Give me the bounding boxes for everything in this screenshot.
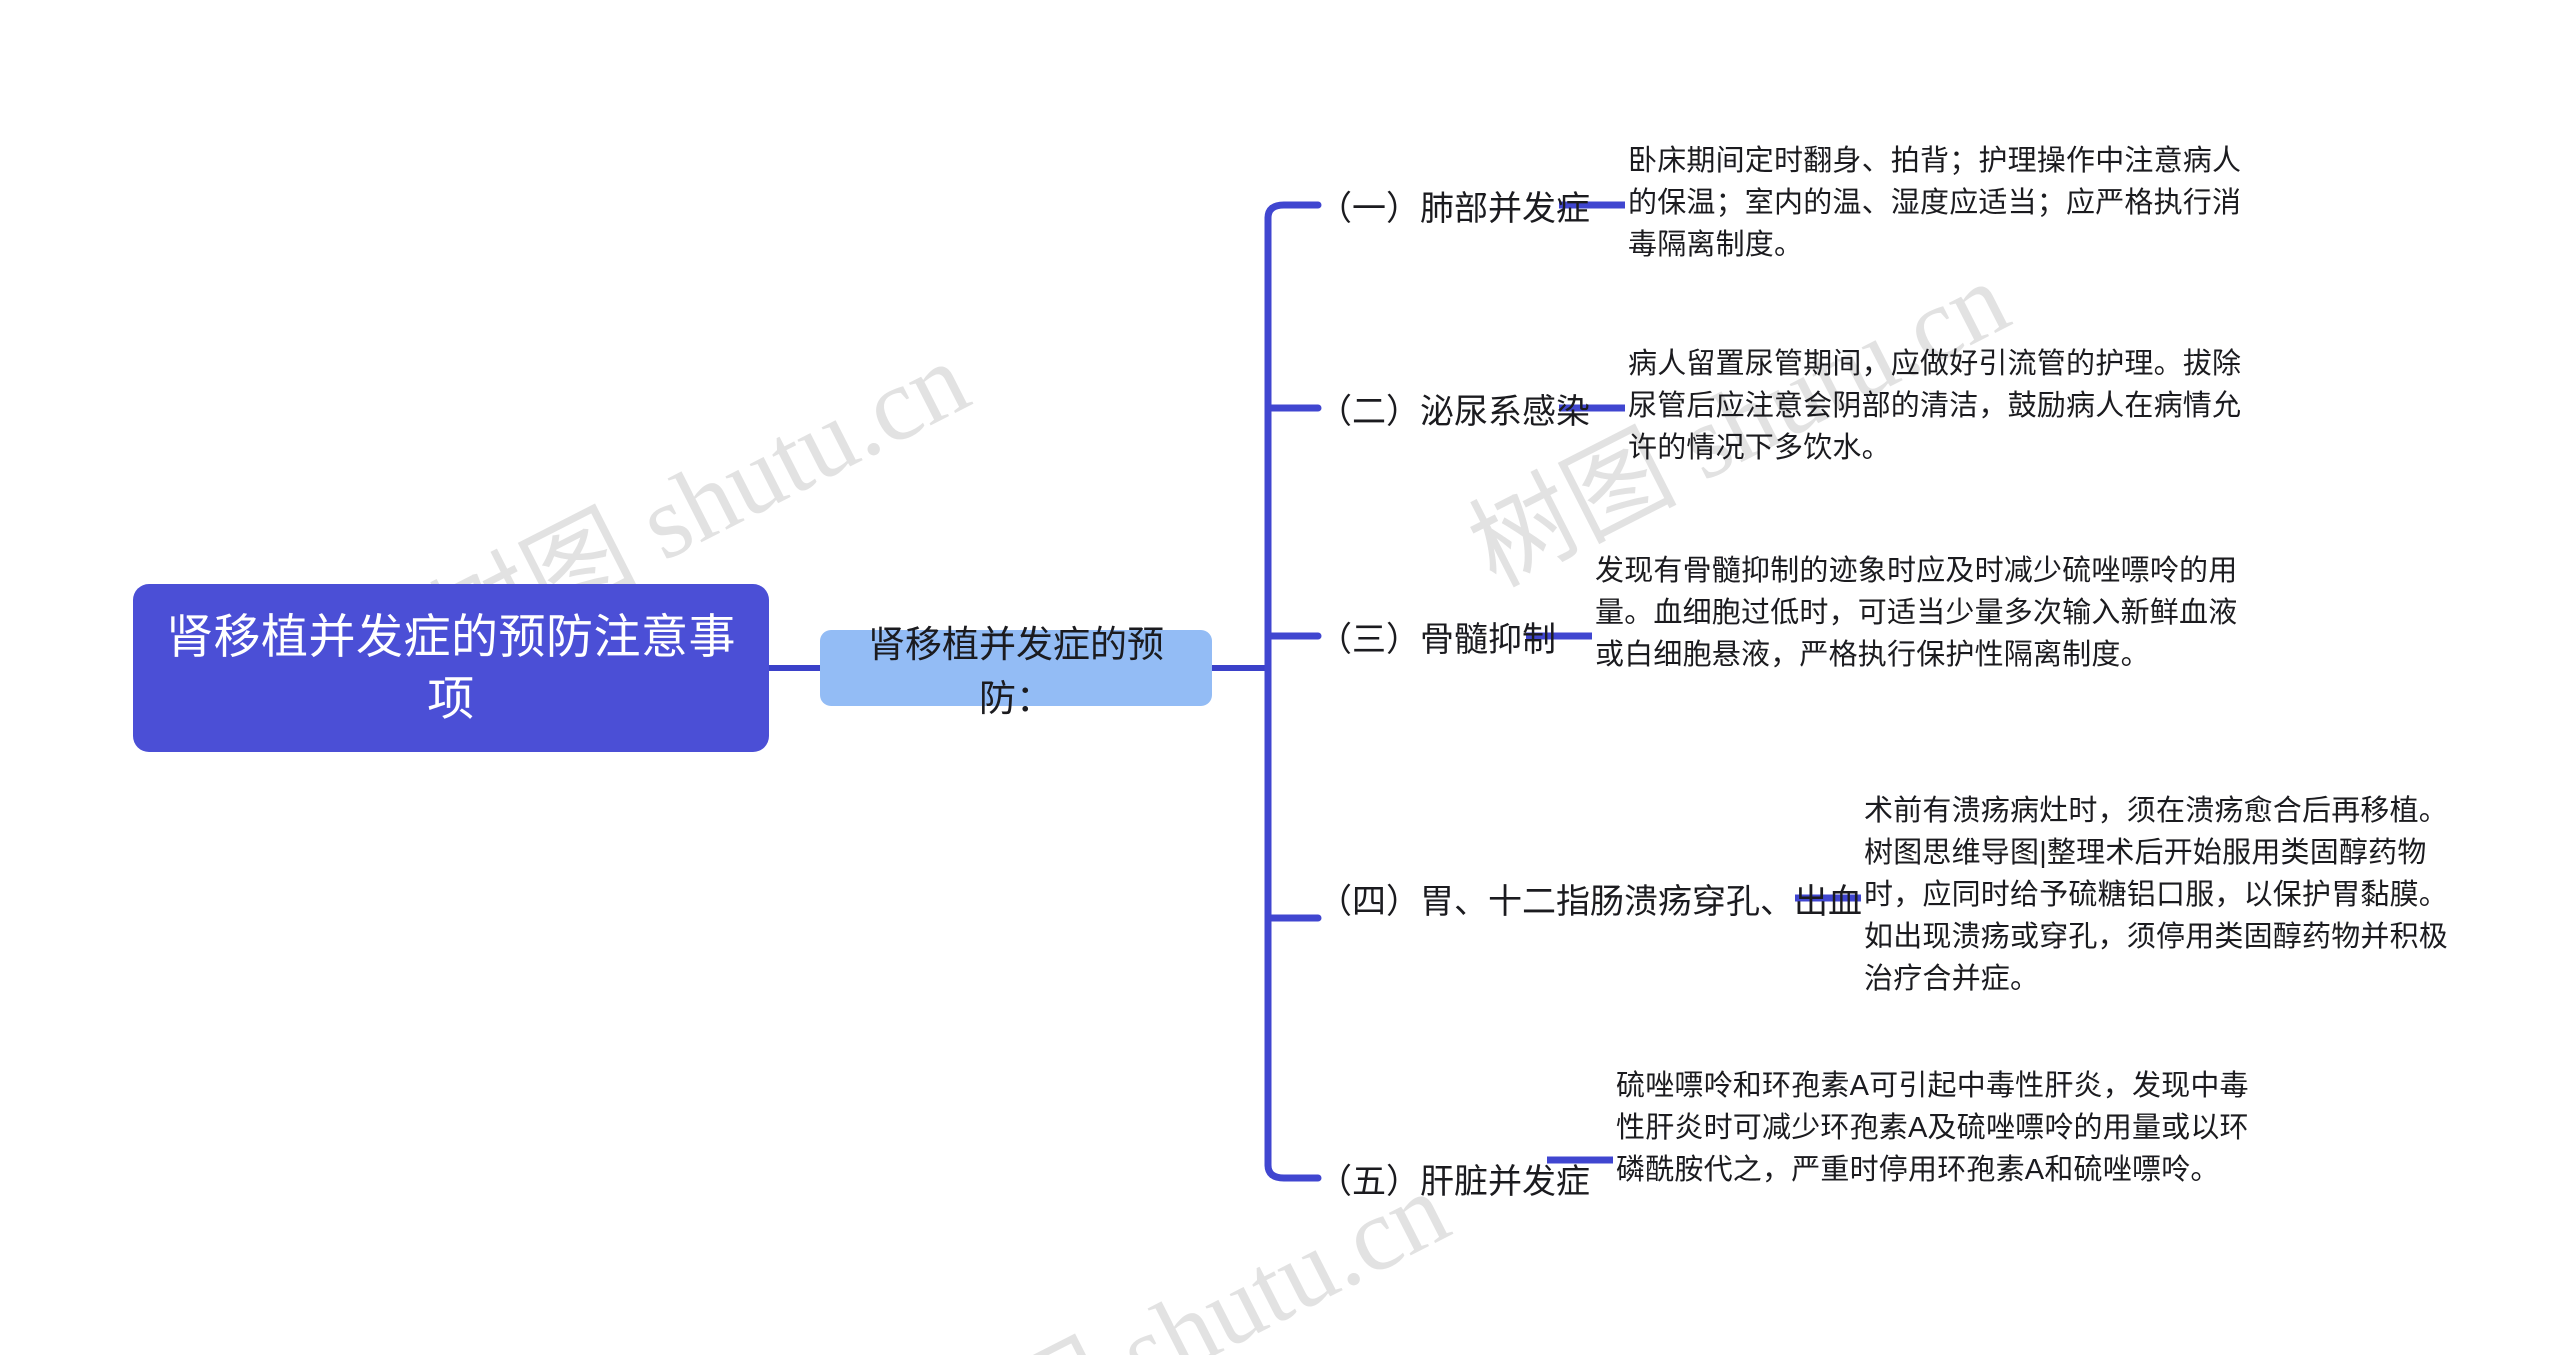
branch-detail-5[interactable]: 硫唑嘌呤和环孢素A可引起中毒性肝炎，发现中毒性肝炎时可减少环孢素A及硫唑嘌呤的用…: [1616, 1065, 2261, 1191]
branch-detail-3-text: 发现有骨髓抑制的迹象时应及时减少硫唑嘌呤的用量。血细胞过低时，可适当少量多次输入…: [1595, 555, 2238, 672]
branch-detail-2[interactable]: 病人留置尿管期间，应做好引流管的护理。拔除尿管后应注意会阴部的清洁，鼓励病人在病…: [1628, 343, 2258, 469]
branch-label-3-text: （三）骨髓抑制: [1318, 620, 1556, 659]
branch-detail-3[interactable]: 发现有骨髓抑制的迹象时应及时减少硫唑嘌呤的用量。血细胞过低时，可适当少量多次输入…: [1595, 550, 2260, 676]
branch-detail-4[interactable]: 术前有溃疡病灶时，须在溃疡愈合后再移植。树图思维导图|整理术后开始服用类固醇药物…: [1864, 790, 2464, 1000]
branch-label-3[interactable]: （三）骨髓抑制: [1318, 608, 1556, 664]
root-node-label: 肾移植并发症的预防注意事项: [166, 609, 736, 725]
branch-detail-5-text: 硫唑嘌呤和环孢素A可引起中毒性肝炎，发现中毒性肝炎时可减少环孢素A及硫唑嘌呤的用…: [1616, 1070, 2249, 1187]
branch-detail-4-text: 术前有溃疡病灶时，须在溃疡愈合后再移植。树图思维导图|整理术后开始服用类固醇药物…: [1864, 795, 2449, 996]
branch-label-2[interactable]: （二）泌尿系感染: [1318, 380, 1590, 436]
root-node[interactable]: 肾移植并发症的预防注意事项: [133, 584, 769, 752]
branch-detail-1-text: 卧床期间定时翻身、拍背；护理操作中注意病人的保温；室内的温、湿度应适当；应严格执…: [1628, 145, 2242, 262]
branch-label-4[interactable]: （四）胃、十二指肠溃疡穿孔、出血: [1318, 870, 1862, 926]
branch-label-5-text: （五）肝脏并发症: [1318, 1162, 1590, 1201]
branch-label-2-text: （二）泌尿系感染: [1318, 392, 1590, 431]
branch-label-1-text: （一）肺部并发症: [1318, 189, 1590, 228]
branch-label-4-text: （四）胃、十二指肠溃疡穿孔、出血: [1318, 882, 1862, 921]
branch-detail-2-text: 病人留置尿管期间，应做好引流管的护理。拔除尿管后应注意会阴部的清洁，鼓励病人在病…: [1628, 348, 2242, 465]
branch-label-1[interactable]: （一）肺部并发症: [1318, 177, 1590, 233]
level2-node[interactable]: 肾移植并发症的预防：: [820, 624, 1212, 719]
level2-node-label: 肾移植并发症的预防：: [868, 624, 1164, 719]
branch-detail-1[interactable]: 卧床期间定时翻身、拍背；护理操作中注意病人的保温；室内的温、湿度应适当；应严格执…: [1628, 140, 2258, 266]
branch-label-5[interactable]: （五）肝脏并发症: [1318, 1150, 1590, 1206]
mindmap-canvas: 树图 shutu.cn 树图 shutu.cn 树图 shutu.cn 肾移植并…: [0, 0, 2560, 1355]
